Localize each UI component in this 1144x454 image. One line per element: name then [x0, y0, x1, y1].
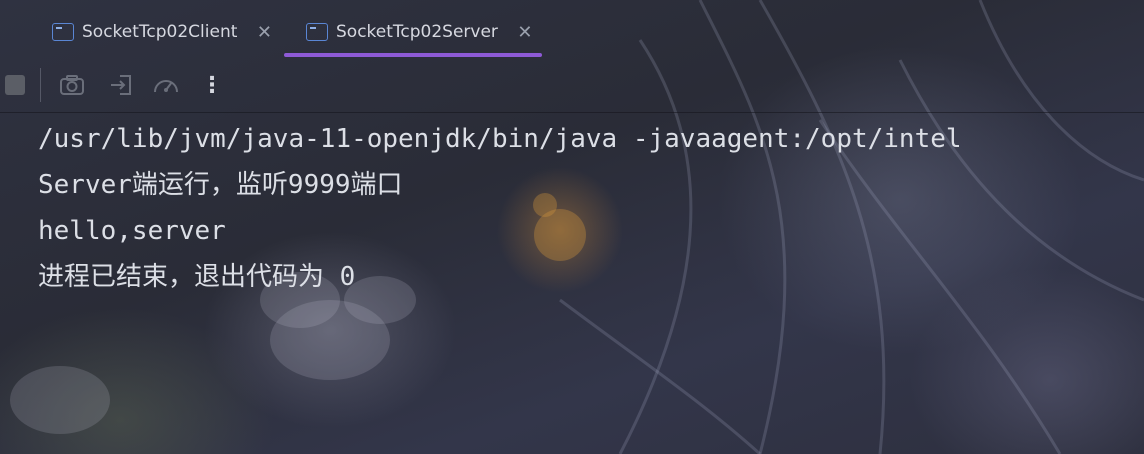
console-output[interactable]: /usr/lib/jvm/java-11-openjdk/bin/java -j… [38, 116, 1144, 446]
stop-icon [5, 75, 25, 95]
console-line: /usr/lib/jvm/java-11-openjdk/bin/java -j… [38, 124, 962, 154]
console-line: Server端运行，监听9999端口 [38, 170, 403, 200]
screenshot-button[interactable] [57, 70, 87, 100]
window-icon [306, 23, 328, 41]
gauge-icon [154, 80, 178, 93]
tab-socket-server[interactable]: SocketTcp02Server ✕ [306, 10, 534, 54]
attach-button[interactable] [106, 70, 136, 100]
login-icon [111, 75, 131, 95]
more-vertical-icon: ⋮ [201, 72, 223, 98]
console-line: 进程已结束，退出代码为 0 [38, 262, 356, 292]
stop-button[interactable] [0, 70, 30, 100]
toolbar-divider [0, 112, 1144, 113]
close-icon[interactable]: ✕ [255, 22, 273, 43]
window-icon [52, 23, 74, 41]
profiler-button[interactable] [151, 70, 181, 100]
toolbar-separator [40, 68, 41, 102]
camera-icon [60, 75, 84, 95]
tab-label: SocketTcp02Server [336, 22, 498, 42]
console-toolbar: ⋮ [0, 62, 1144, 108]
tab-bar: SocketTcp02Client ✕ SocketTcp02Server ✕ [0, 0, 1144, 58]
console-line: hello,server [38, 216, 226, 246]
tab-label: SocketTcp02Client [82, 22, 238, 42]
active-tab-indicator [284, 53, 542, 57]
close-icon[interactable]: ✕ [516, 22, 534, 43]
more-options-button[interactable]: ⋮ [197, 70, 227, 100]
tab-socket-client[interactable]: SocketTcp02Client ✕ [52, 10, 273, 54]
